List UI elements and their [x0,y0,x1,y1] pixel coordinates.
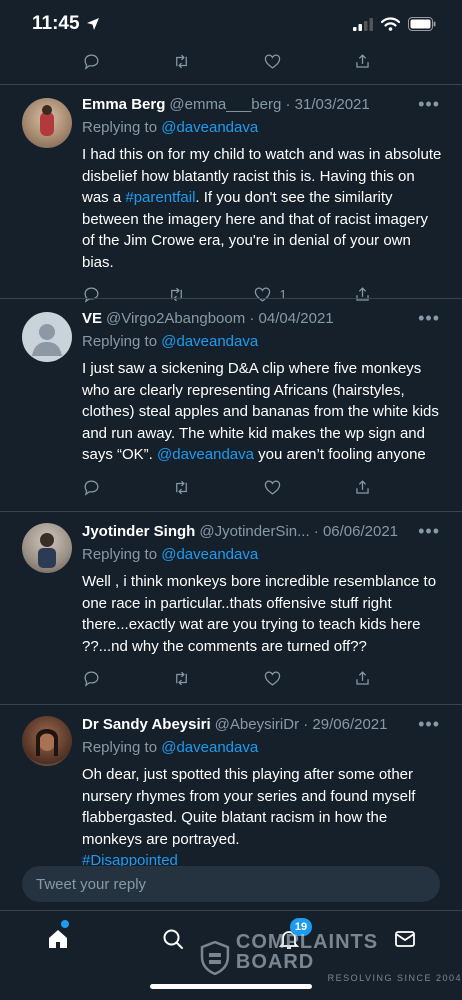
share-icon [356,671,369,685]
location-arrow-icon [86,18,99,30]
replying-mention-link[interactable]: @daveandava [161,739,258,756]
heart-icon [264,480,280,495]
retweet-icon [176,54,188,69]
search-icon [163,929,183,949]
default-avatar[interactable] [22,312,72,362]
heart-icon [264,54,280,69]
tweet[interactable]: VE @Virgo2Abangboom · 04/04/2021 Replyin… [0,298,462,512]
tweet-header: VE @Virgo2Abangboom · 04/04/2021 [82,310,442,327]
replying-to: Replying to @daveandava [82,333,442,350]
tweet-text-part: Well , i think monkeys bore incredible r… [82,573,437,655]
shield-logo-icon [200,940,230,975]
like-button[interactable] [263,52,282,71]
tweet-actions [82,669,372,688]
avatar[interactable] [22,716,72,766]
status-icons [353,17,436,31]
tweet-header: Jyotinder Singh @JyotinderSin... · 06/06… [82,523,442,540]
retweet-icon [176,671,188,686]
avatar[interactable] [22,98,72,148]
author-handle: @emma___berg · 31/03/2021 [169,96,370,113]
tweet-text: Oh dear, just spotted this playing after… [82,764,442,872]
tab-home[interactable] [46,927,70,956]
heart-icon [264,671,280,686]
tweet[interactable]: Dr Sandy Abeysiri @AbeysiriDr · 29/06/20… [0,704,462,869]
share-button[interactable] [353,478,372,497]
tab-search[interactable] [161,927,185,956]
previous-tweet-actions [82,52,372,71]
watermark-title: COMPLAINTS BOARD [235,931,379,973]
replying-mention-link[interactable]: @daveandava [161,546,258,563]
watermark-subtitle: RESOLVING SINCE 2004 [327,973,462,983]
replying-mention-link[interactable]: @daveandava [161,333,258,350]
tweet-text-part: you aren’t fooling anyone [253,446,426,463]
tweet-header: Emma Berg @emma___berg · 31/03/2021 [82,96,442,113]
replying-label: Replying to [82,739,158,756]
author-handle: @JyotinderSin... · 06/06/2021 [199,523,399,540]
replying-mention-link[interactable]: @daveandava [161,119,258,136]
reply-icon [84,480,99,496]
replying-label: Replying to [82,119,158,136]
replying-label: Replying to [82,546,158,563]
author-handle: @AbeysiriDr · 29/06/2021 [214,716,388,733]
avatar-image [40,105,54,136]
more-options-icon[interactable]: ••• [418,521,440,542]
replying-label: Replying to [82,333,158,350]
mention-link[interactable]: @daveandava [157,446,254,463]
default-profile-icon [32,324,62,356]
replying-to: Replying to @daveandava [82,739,442,756]
tweet[interactable]: Jyotinder Singh @JyotinderSin... · 06/06… [0,511,462,704]
share-icon [356,54,369,68]
tweet-text: I just saw a sickening D&A clip where fi… [82,358,442,466]
like-button[interactable] [263,478,282,497]
retweet-button[interactable] [172,52,191,71]
like-button[interactable] [263,669,282,688]
avatar-image [36,729,58,756]
author-name[interactable]: VE [82,310,102,327]
new-tweets-dot [61,920,69,928]
retweet-button[interactable] [172,478,191,497]
share-icon [356,479,369,494]
author-handle: @Virgo2Abangboom · 04/04/2021 [106,310,334,327]
tweet-text: Well , i think monkeys bore incredible r… [82,571,442,657]
reply-icon [84,671,99,687]
clock: 11:45 [32,13,80,34]
home-indicator [150,984,312,989]
cellular-signal-icon [353,17,373,31]
avatar[interactable] [22,523,72,573]
reply-icon [84,54,99,70]
author-name[interactable]: Jyotinder Singh [82,523,195,540]
author-name[interactable]: Emma Berg [82,96,165,113]
hashtag-link[interactable]: #parentfail [125,189,195,206]
more-options-icon[interactable]: ••• [418,714,440,735]
status-time: 11:45 [32,13,100,35]
tweet-text-part: Oh dear, just spotted this playing after… [82,766,416,848]
reply-button[interactable] [82,669,101,688]
tweet-text: I had this on for my child to watch and … [82,144,442,273]
retweet-button[interactable] [172,669,191,688]
tweet[interactable]: Emma Berg @emma___berg · 31/03/2021 Repl… [0,84,462,303]
complaints-board-watermark: COMPLAINTS BOARD RESOLVING SINCE 2004 [200,932,462,983]
reply-button[interactable] [82,478,101,497]
share-button[interactable] [353,669,372,688]
replying-to: Replying to @daveandava [82,546,442,563]
avatar-image [38,533,56,568]
battery-icon [408,17,436,31]
status-bar: 11:45 [0,0,462,48]
author-name[interactable]: Dr Sandy Abeysiri [82,716,211,733]
reply-button[interactable] [82,52,101,71]
share-button[interactable] [353,52,372,71]
reply-input[interactable]: Tweet your reply [22,866,440,902]
retweet-icon [176,480,188,494]
wifi-icon [381,17,400,31]
more-options-icon[interactable]: ••• [418,94,440,115]
replying-to: Replying to @daveandava [82,119,442,136]
home-icon [49,930,67,948]
tweet-actions [82,478,372,497]
more-options-icon[interactable]: ••• [418,308,440,329]
tweet-header: Dr Sandy Abeysiri @AbeysiriDr · 29/06/20… [82,716,442,733]
